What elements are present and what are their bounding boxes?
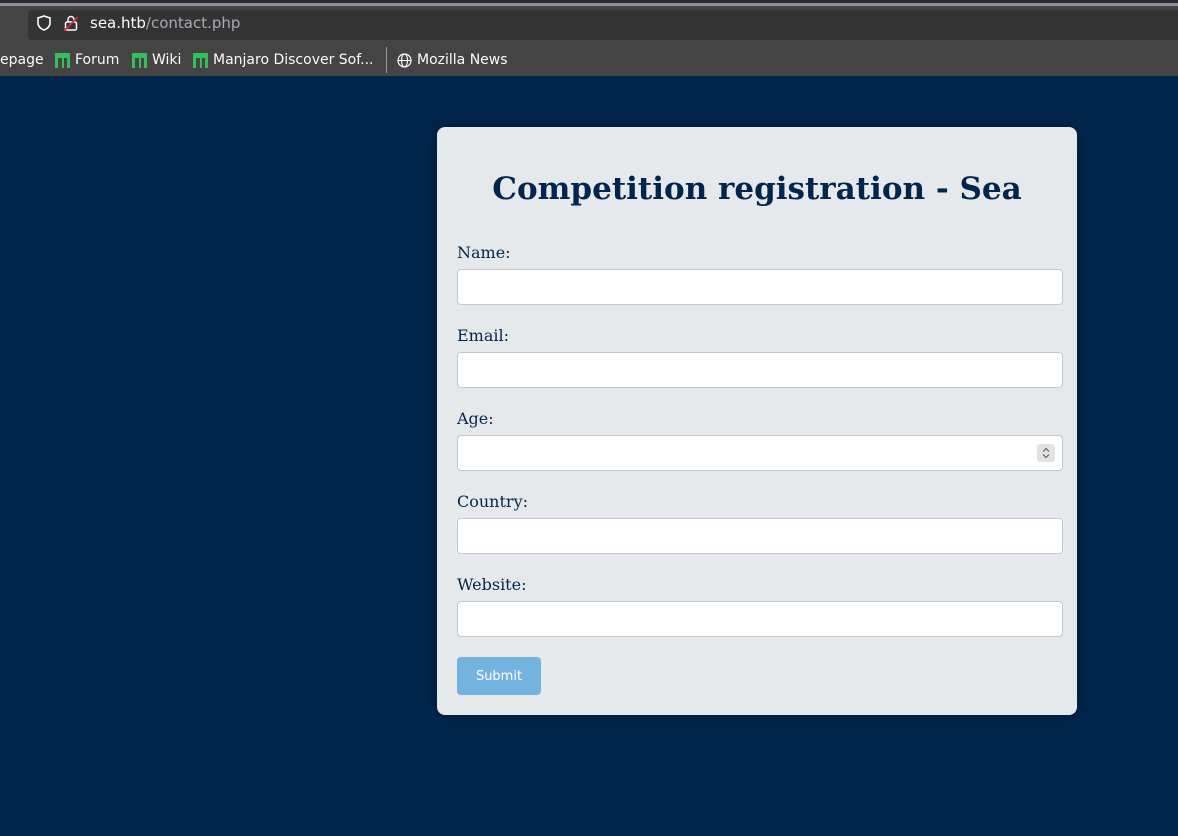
bookmark-mozilla-news[interactable]: Mozilla News [397, 52, 508, 68]
name-input[interactable] [457, 269, 1063, 305]
bookmark-forum[interactable]: Forum [55, 52, 119, 68]
country-input[interactable] [457, 518, 1063, 554]
insecure-lock-icon[interactable] [64, 15, 78, 31]
manjaro-icon [132, 52, 147, 68]
email-input[interactable] [457, 352, 1063, 388]
submit-button[interactable]: Submit [457, 657, 541, 695]
bookmark-label: epage [0, 52, 44, 68]
age-label: Age: [457, 409, 494, 428]
registration-form-card: Competition registration - Sea Name: Ema… [437, 127, 1077, 715]
website-label: Website: [457, 575, 527, 594]
name-label: Name: [457, 243, 511, 262]
bookmark-label: Mozilla News [417, 52, 508, 68]
tracking-shield-icon[interactable] [37, 15, 51, 31]
email-label: Email: [457, 326, 510, 345]
bookmark-label: Wiki [152, 52, 182, 68]
age-input[interactable] [457, 435, 1063, 471]
form-title: Competition registration - Sea [492, 171, 1022, 207]
number-spinner-icon[interactable] [1037, 444, 1055, 462]
country-label: Country: [457, 492, 528, 511]
url-host: sea.htb [90, 14, 146, 32]
bookmark-manjaro-discover[interactable]: Manjaro Discover Sof... [193, 52, 374, 68]
url-text[interactable]: sea.htb/contact.php [90, 14, 240, 32]
bookmark-wiki[interactable]: Wiki [132, 52, 181, 68]
bookmark-label: Forum [75, 52, 120, 68]
tab-strip [0, 0, 1178, 6]
bookmark-label: Manjaro Discover Sof... [213, 52, 374, 68]
bookmark-separator [386, 47, 387, 73]
website-input[interactable] [457, 601, 1063, 637]
globe-icon [397, 52, 412, 68]
manjaro-icon [193, 52, 208, 68]
manjaro-icon [55, 52, 70, 68]
bookmark-homepage[interactable]: epage [0, 52, 44, 68]
url-path: /contact.php [145, 14, 241, 32]
